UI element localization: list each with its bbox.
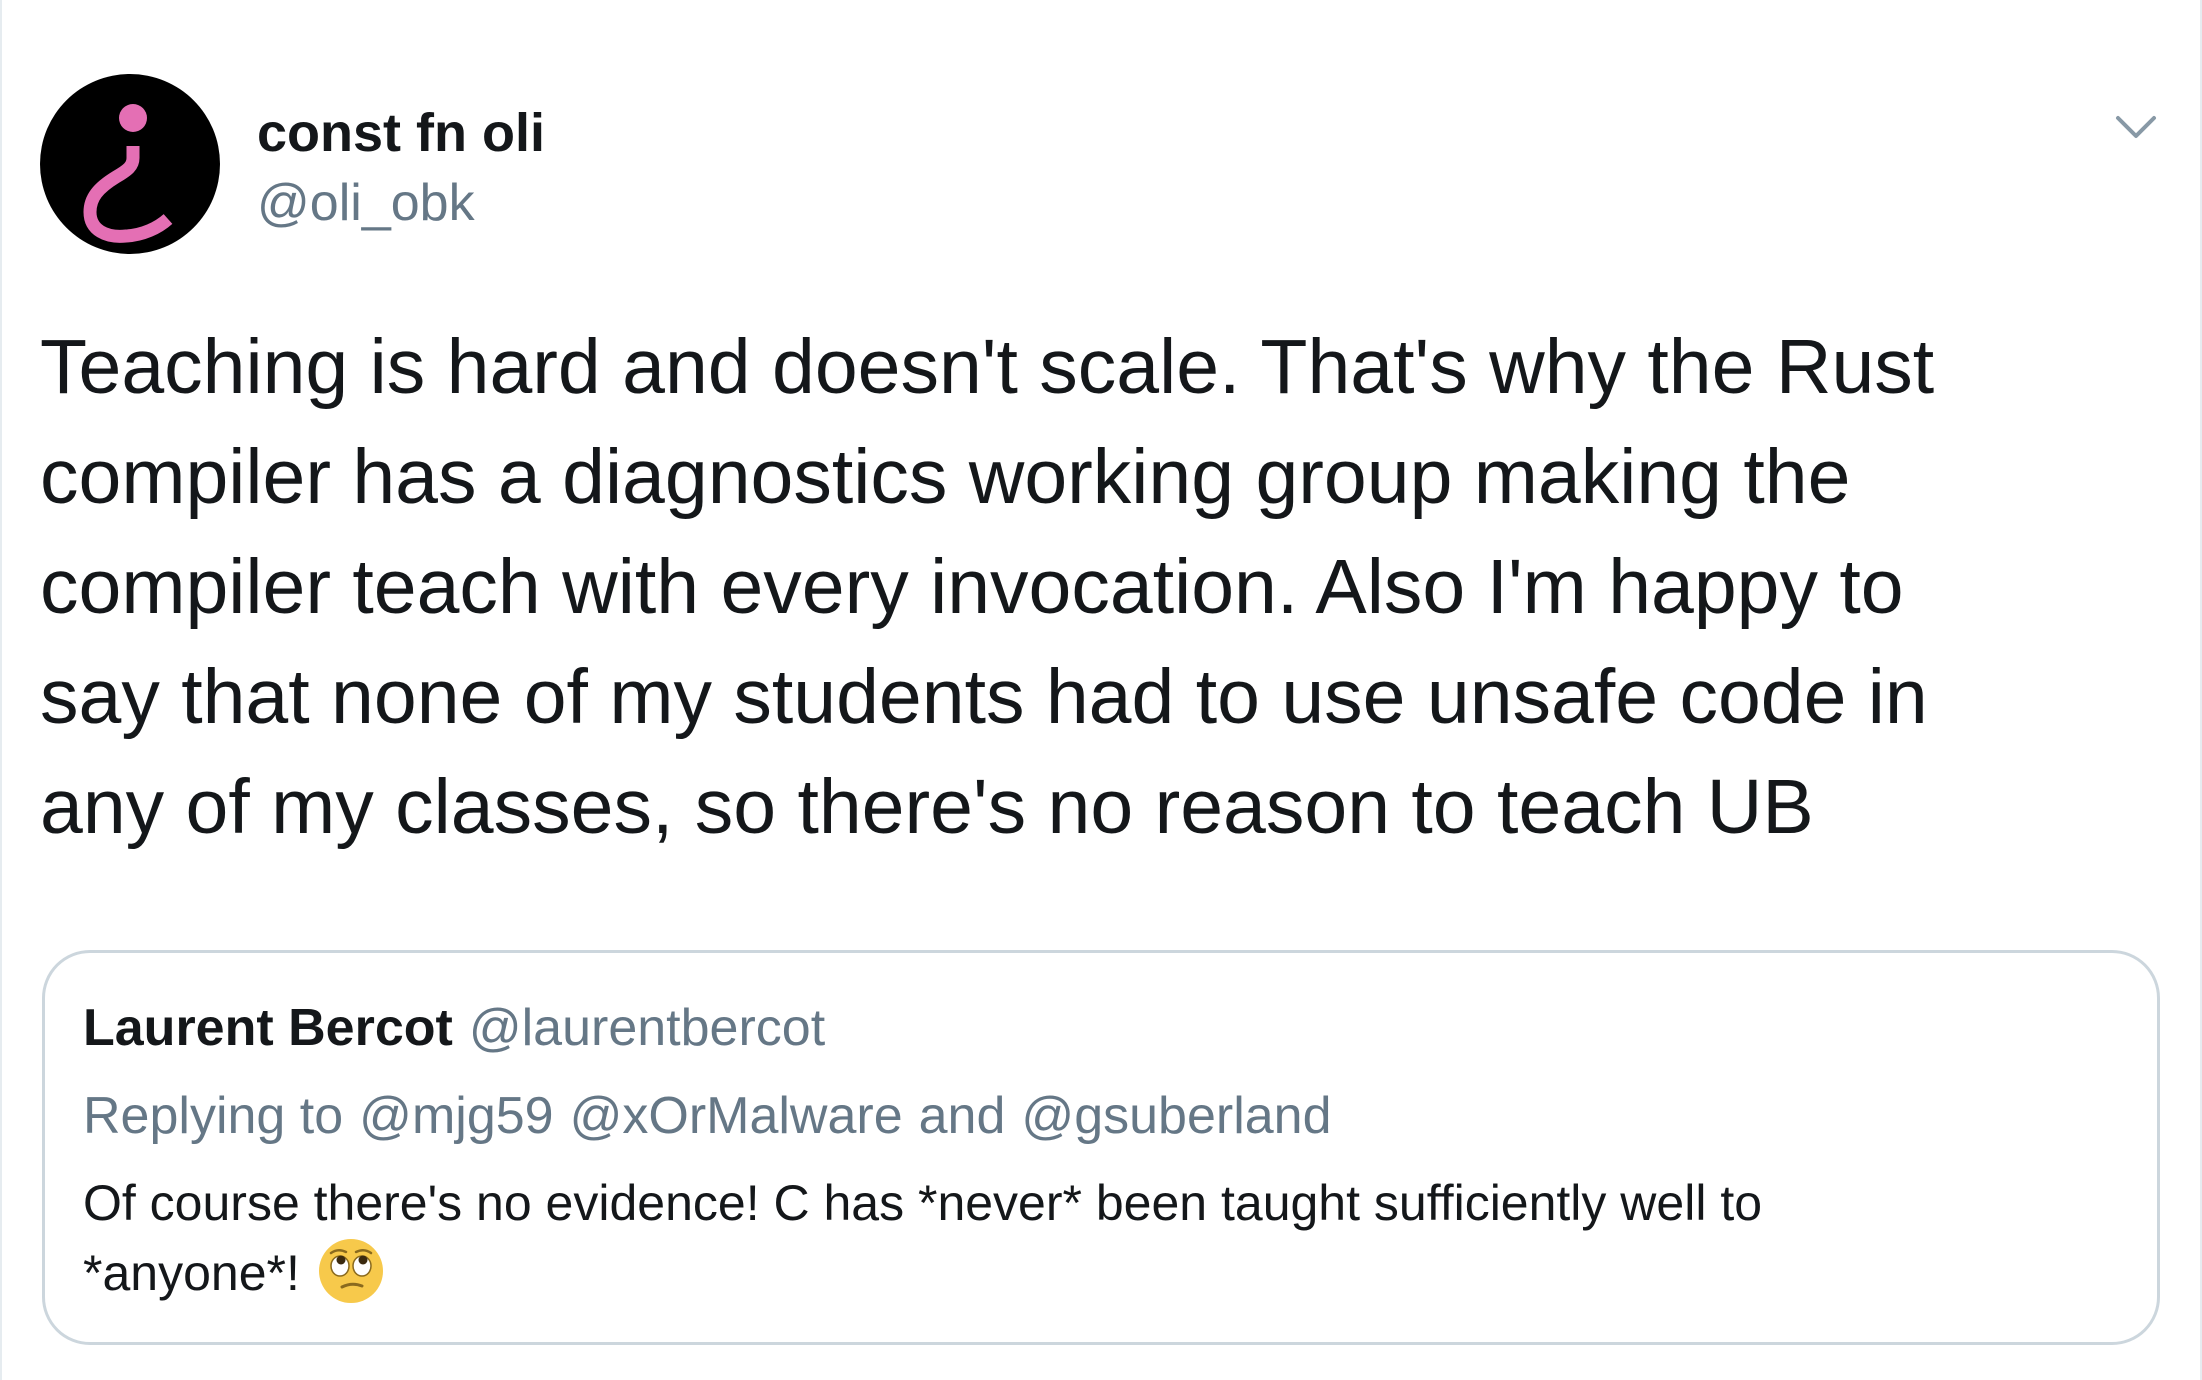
quoted-tweet-text: Of course there's no evidence! C has *ne… (83, 1168, 1762, 1312)
face-with-rolling-eyes-emoji-icon (316, 1236, 386, 1306)
reply-mention[interactable]: @gsuberland (1021, 1087, 1331, 1145)
quoted-tweet-header: Laurent Bercot @laurentbercot (83, 993, 825, 1076)
tweet-card: const fn oli @oli_obk Teaching is hard a… (0, 0, 2202, 1380)
chevron-down-icon[interactable] (2108, 100, 2164, 156)
inverted-question-mark-icon (83, 104, 173, 243)
tweet-text-line: Teaching is hard and doesn't scale. That… (40, 324, 1935, 410)
quoted-text-line: Of course there's no evidence! C has *ne… (83, 1175, 1763, 1231)
quoted-tweet[interactable]: Laurent Bercot @laurentbercot Replying to… (42, 950, 2160, 1345)
reply-and: and (918, 1087, 1006, 1145)
tweet-text: Teaching is hard and doesn't scale. That… (40, 312, 2140, 862)
tweet-text-line: say that none of my students had to use … (40, 654, 1928, 740)
author-handle[interactable]: @oli_obk (257, 168, 475, 238)
tweet-text-line: any of my classes, so there's no reason … (40, 764, 1814, 850)
tweet-text-line: compiler has a diagnostics working group… (40, 434, 1851, 520)
avatar[interactable] (40, 74, 220, 254)
tweet-text-line: compiler teach with every invocation. Al… (40, 544, 1904, 630)
quoted-author-name: Laurent Bercot (83, 999, 453, 1057)
replying-to-line: Replying to @mjg59 @xOrMalware and @gsuberla… (83, 1081, 1332, 1151)
quoted-text-line: *anyone*! (83, 1238, 1762, 1312)
quoted-text-fragment: *anyone*! (83, 1245, 300, 1301)
replying-to-prefix: Replying to (83, 1087, 344, 1145)
author-display-name[interactable]: const fn oli (257, 98, 545, 168)
quoted-author-handle: @laurentbercot (468, 999, 826, 1057)
reply-mention[interactable]: @xOrMalware (570, 1087, 903, 1145)
reply-mention[interactable]: @mjg59 (359, 1087, 553, 1145)
